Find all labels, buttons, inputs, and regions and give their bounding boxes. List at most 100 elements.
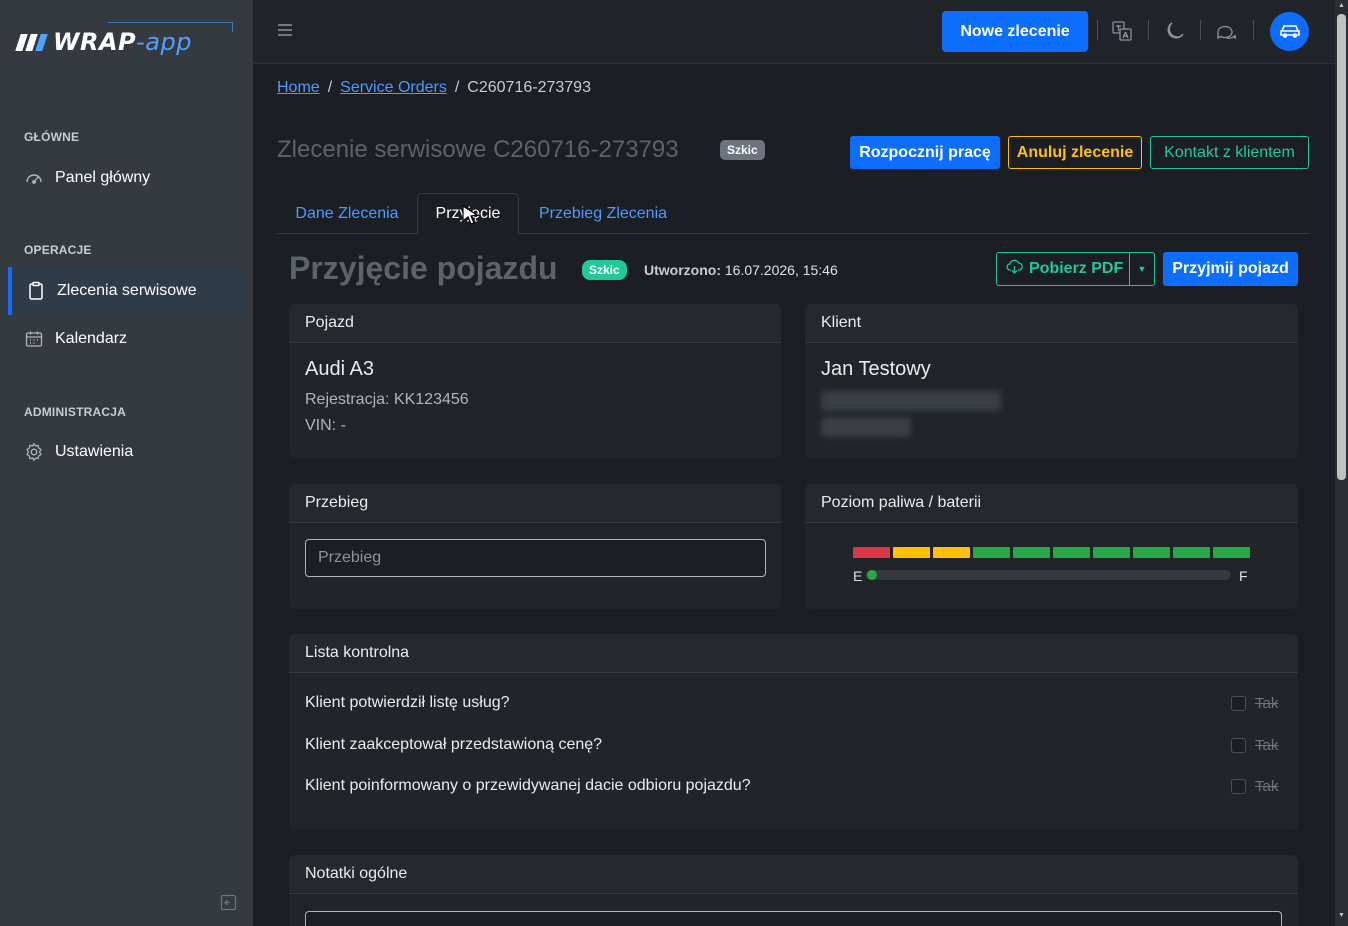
client-card: Klient Jan Testowy — [805, 304, 1298, 458]
breadcrumb-service-orders-link[interactable]: Service Orders — [340, 79, 447, 97]
created-label: Utworzono: — [644, 262, 721, 278]
client-card-header: Klient — [805, 304, 1298, 343]
checklist-question: Klient potwierdził listę usług? — [305, 694, 510, 711]
moon-icon[interactable] — [1163, 20, 1185, 42]
cloud-download-icon — [1006, 259, 1023, 279]
vehicle-vin: VIN: - — [305, 417, 346, 434]
scroll-down-icon[interactable]: ▼ — [1337, 912, 1346, 920]
pdf-options-dropdown-icon[interactable]: ▼ — [1130, 264, 1154, 274]
tab-order-progress[interactable]: Przebieg Zlecenia — [519, 193, 687, 234]
app-logo[interactable]: WRAP-app — [15, 22, 233, 62]
sidebar-item-dashboard[interactable]: Panel główny — [8, 154, 244, 202]
checklist-question: Klient zaakceptował przedstawioną cenę? — [305, 736, 603, 753]
new-order-button[interactable]: Nowe zlecenie — [942, 11, 1088, 52]
order-tabs: Dane Zlecenia Przyjęcie Przebieg Zleceni… — [277, 193, 1309, 235]
checklist-card-header: Lista kontrolna — [289, 634, 1298, 673]
fuel-segment[interactable] — [1133, 547, 1170, 558]
checklist-item: Klient potwierdził listę usług? Tak — [305, 691, 1282, 715]
client-name: Jan Testowy — [821, 358, 931, 380]
sidebar: WRAP-app GŁÓWNE Panel główny OPERACJE Zl… — [0, 0, 253, 926]
divider — [1253, 20, 1254, 40]
fuel-segment[interactable] — [1093, 547, 1130, 558]
tab-order-data[interactable]: Dane Zlecenia — [277, 193, 417, 234]
nav-section-label: GŁÓWNE — [24, 130, 80, 144]
client-email-redacted — [821, 391, 1001, 411]
breadcrumb: Home / Service Orders / C260716-273793 — [277, 79, 591, 97]
sidebar-item-label: Panel główny — [55, 169, 151, 186]
logo-circuit-lines — [108, 22, 233, 32]
mileage-card: Przebieg — [289, 484, 781, 609]
sidebar-item-label: Kalendarz — [55, 330, 128, 347]
car-icon — [1279, 21, 1301, 43]
fuel-slider-handle[interactable] — [867, 570, 877, 580]
sidebar-item-label: Ustawienia — [55, 443, 134, 460]
vehicle-registration: Rejestracja: KK123456 — [305, 391, 469, 408]
start-work-button[interactable]: Rozpocznij pracę — [850, 136, 1000, 169]
sidebar-item-service-orders[interactable]: Zlecenia serwisowe — [8, 267, 244, 315]
download-pdf-label: Pobierz PDF — [1029, 260, 1124, 277]
breadcrumb-home-link[interactable]: Home — [277, 79, 320, 97]
divider — [1148, 20, 1149, 40]
fuel-segment[interactable] — [973, 547, 1010, 558]
logo-mark-icon — [15, 33, 48, 51]
checklist-answer-label[interactable]: Tak — [1255, 737, 1278, 754]
intake-status-badge: Szkic — [582, 260, 627, 280]
checklist-answer-label[interactable]: Tak — [1255, 778, 1278, 795]
collapse-sidebar-icon[interactable] — [220, 894, 237, 911]
fuel-segment[interactable] — [853, 547, 890, 558]
hamburger-menu-icon[interactable] — [277, 22, 293, 40]
breadcrumb-separator: / — [454, 79, 460, 96]
logo-text: WRAP-app — [53, 28, 192, 56]
vehicle-card-header: Pojazd — [289, 304, 781, 343]
divider — [1097, 20, 1098, 40]
nav-section-label: ADMINISTRACJA — [24, 405, 126, 419]
checklist-checkbox[interactable] — [1231, 695, 1246, 711]
checklist-checkbox[interactable] — [1231, 778, 1246, 794]
fuel-card-header: Poziom paliwa / baterii — [805, 484, 1298, 523]
sidebar-item-calendar[interactable]: Kalendarz — [8, 315, 244, 363]
translate-icon[interactable] — [1111, 20, 1133, 42]
user-avatar[interactable] — [1270, 12, 1309, 51]
mileage-card-header: Przebieg — [289, 484, 781, 523]
topbar: Nowe zlecenie — [253, 0, 1335, 64]
chat-icon[interactable] — [1215, 20, 1237, 42]
page-scrollbar[interactable]: ▲ ▼ — [1335, 0, 1348, 926]
contact-client-button[interactable]: Kontakt z klientem — [1150, 136, 1309, 169]
fuel-segment[interactable] — [1053, 547, 1090, 558]
page-title: Zlecenie serwisowe C260716-273793 — [277, 136, 679, 163]
fuel-empty-label: E — [853, 568, 863, 584]
fuel-segment[interactable] — [1173, 547, 1210, 558]
vehicle-name: Audi A3 — [305, 358, 374, 380]
sidebar-item-label: Zlecenia serwisowe — [57, 282, 197, 299]
cancel-order-button[interactable]: Anuluj zlecenie — [1008, 136, 1142, 169]
checklist-checkbox[interactable] — [1231, 737, 1246, 753]
vehicle-card: Pojazd Audi A3 Rejestracja: KK123456 VIN… — [289, 304, 781, 458]
mouse-cursor-icon — [461, 204, 481, 226]
gear-icon — [24, 442, 44, 462]
divider — [1200, 20, 1201, 40]
clipboard-icon — [26, 281, 46, 301]
download-pdf-button[interactable]: Pobierz PDF — [997, 253, 1130, 285]
scroll-up-icon[interactable]: ▲ — [1337, 2, 1346, 10]
intake-title: Przyjęcie pojazdu — [289, 250, 558, 286]
fuel-segment[interactable] — [893, 547, 930, 558]
sidebar-item-settings[interactable]: Ustawienia — [8, 428, 244, 476]
checklist-question: Klient poinformowany o przewidywanej dac… — [305, 777, 751, 794]
created-value: 16.07.2026, 15:46 — [724, 262, 838, 278]
fuel-segment[interactable] — [1013, 547, 1050, 558]
fuel-scale[interactable] — [853, 547, 1250, 558]
notes-card: Notatki ogólne — [289, 855, 1298, 926]
fuel-slider-track[interactable] — [866, 570, 1231, 580]
fuel-segment[interactable] — [1213, 547, 1250, 558]
checklist-answer-label[interactable]: Tak — [1255, 695, 1278, 712]
mileage-input[interactable] — [305, 539, 766, 577]
notes-textarea[interactable] — [305, 911, 1282, 926]
accept-vehicle-button[interactable]: Przyjmij pojazd — [1163, 252, 1298, 286]
client-phone-redacted — [821, 417, 911, 437]
scroll-thumb[interactable] — [1337, 14, 1346, 480]
fuel-level-card: Poziom paliwa / baterii E F — [805, 484, 1298, 609]
fuel-segment[interactable] — [933, 547, 970, 558]
status-badge: Szkic — [720, 140, 765, 160]
calendar-icon — [24, 329, 44, 349]
checklist-item: Klient poinformowany o przewidywanej dac… — [305, 774, 1282, 798]
